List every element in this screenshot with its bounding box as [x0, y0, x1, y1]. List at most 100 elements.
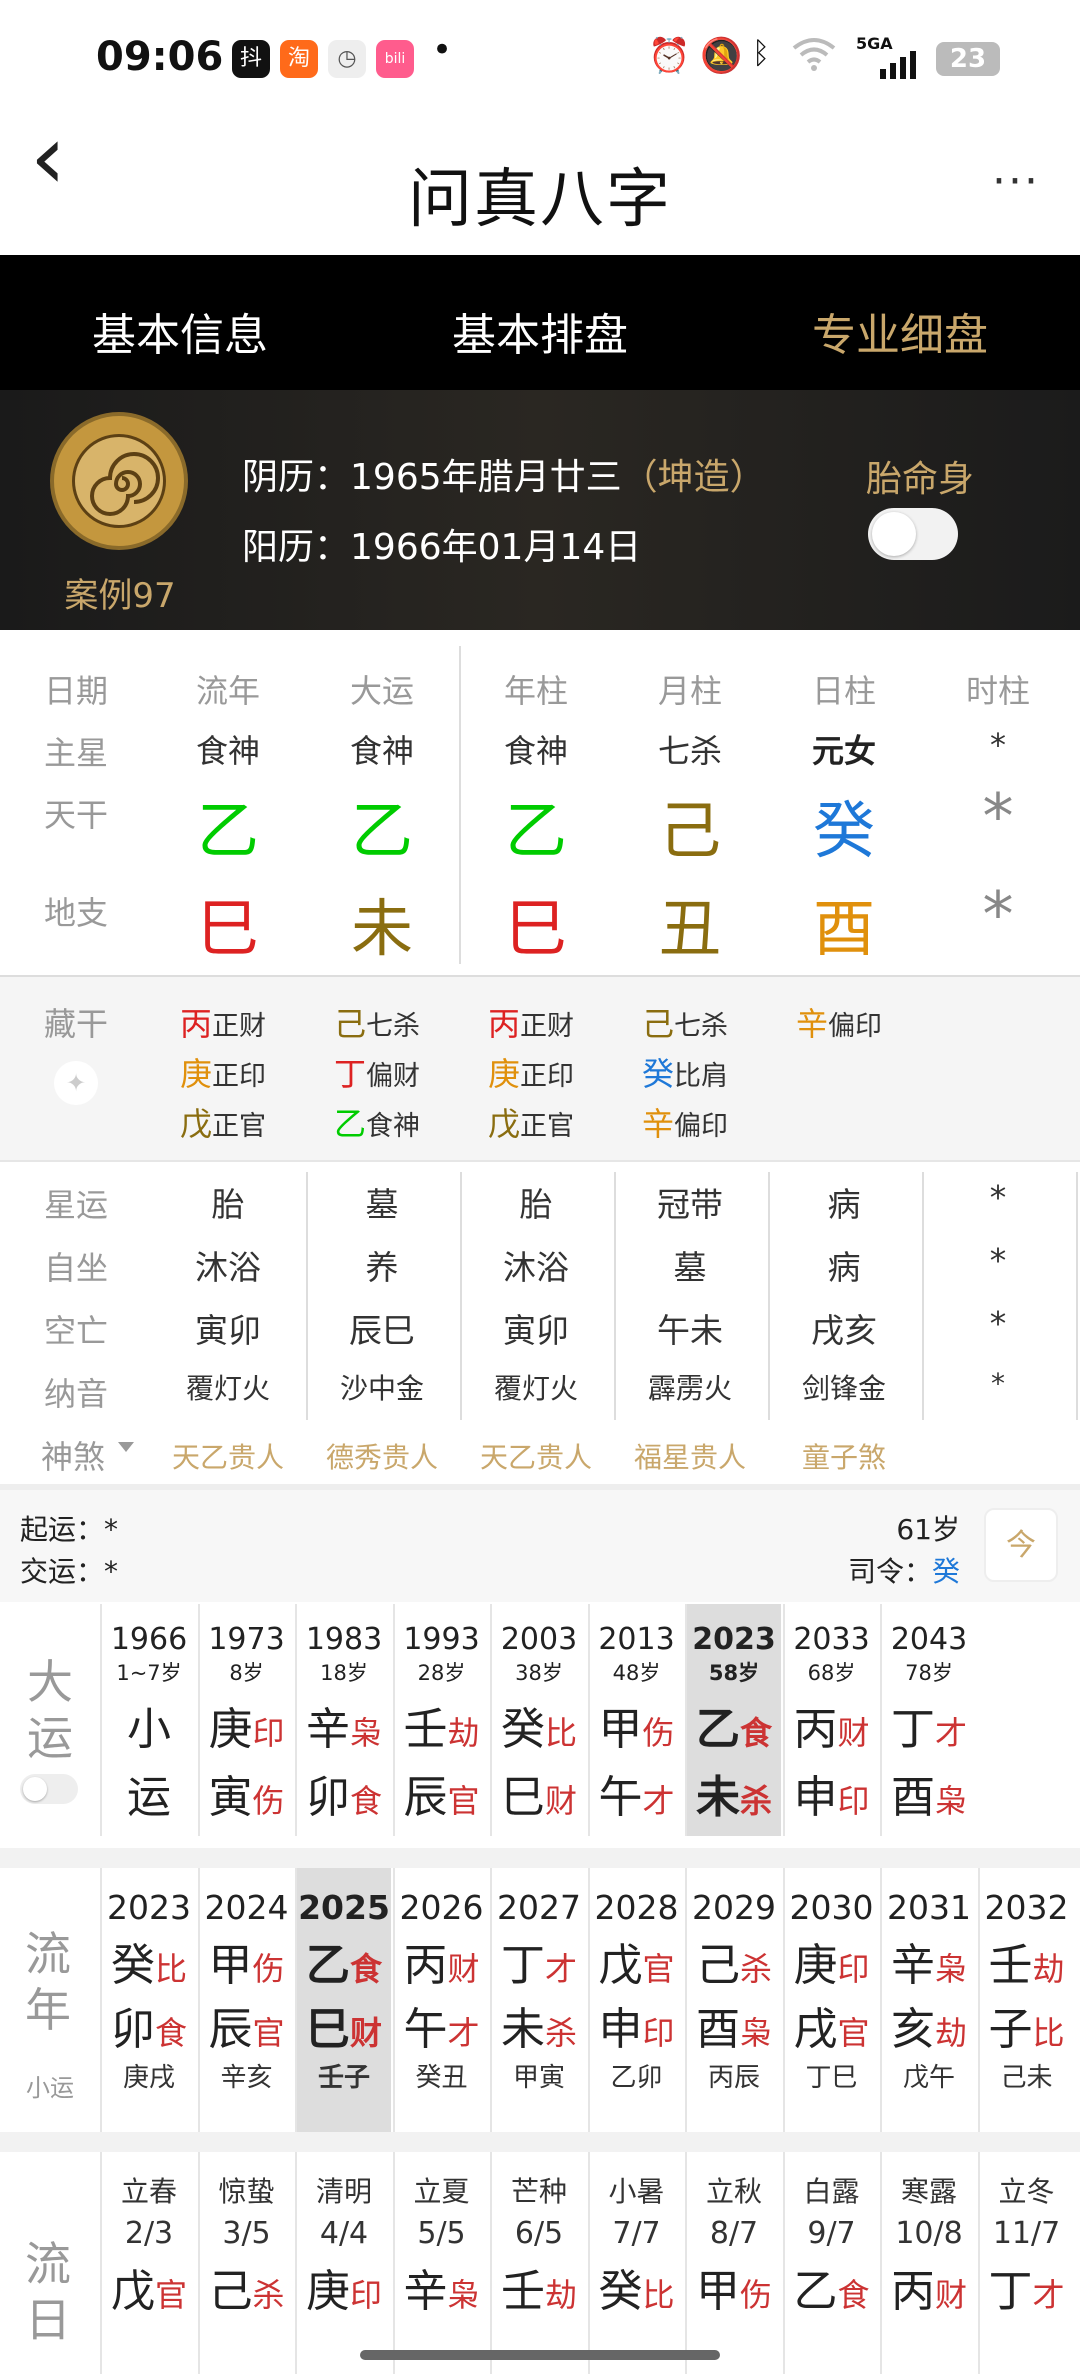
- canggan-item[interactable]: 乙食神: [334, 1099, 420, 1145]
- canggan-item[interactable]: 癸比肩: [642, 1049, 728, 1095]
- dayun-column[interactable]: 1983 18岁 辛枭 卯食: [295, 1604, 391, 1836]
- lunar-date: 阴历：1965年腊月廿三（坤造）: [242, 448, 766, 500]
- dayun-toggle[interactable]: [20, 1774, 78, 1804]
- liuyue-column[interactable]: 白露 9/7 乙食: [782, 2152, 879, 2374]
- dayun-year: 2013: [598, 1622, 675, 1657]
- home-indicator[interactable]: [360, 2350, 720, 2360]
- liuyue-column[interactable]: 芒种 6/5 壬劫: [490, 2152, 586, 2374]
- liunian-column[interactable]: 2032 壬劫 子比 己未: [977, 1868, 1074, 2132]
- liuyue-column[interactable]: 立秋 8/7 甲伤: [685, 2152, 781, 2374]
- liuyue-stem-god: 官: [154, 2276, 187, 2314]
- dayun-branch: 巳: [500, 1772, 545, 1823]
- tab-pro-chart[interactable]: 专业细盘: [770, 299, 1030, 363]
- canggan-item[interactable]: 戊正官: [180, 1099, 266, 1145]
- shensha-label[interactable]: 神煞: [38, 1432, 108, 1478]
- today-calendar-icon[interactable]: 今: [984, 1508, 1058, 1582]
- tiangan-char[interactable]: *: [938, 780, 1058, 853]
- liunian-column[interactable]: 2029 己杀 酉枭 丙辰: [685, 1868, 781, 2132]
- canggan-item[interactable]: 庚正印: [180, 1049, 266, 1095]
- more-icon[interactable]: ···: [992, 156, 1040, 207]
- liunian-column[interactable]: 2027 丁才 未杀 甲寅: [490, 1868, 586, 2132]
- tms-toggle[interactable]: [868, 508, 958, 560]
- liunian-column[interactable]: 2026 丙财 午才 癸丑: [392, 1868, 489, 2132]
- title-bar: ‹ 问真八字 ···: [0, 113, 1080, 255]
- tab-basic-chart[interactable]: 基本排盘: [410, 299, 670, 363]
- shensha-item[interactable]: 德秀贵人: [312, 1436, 452, 1476]
- xiaoyun-pillar: 乙卯: [610, 2063, 663, 2093]
- liuyue-column[interactable]: 清明 4/4 庚印: [295, 2152, 391, 2374]
- solar-term: 清明: [315, 2175, 372, 2208]
- liunian-stem-god: 印: [837, 1950, 870, 1988]
- dayun-column[interactable]: 1993 28岁 壬劫 辰官: [392, 1604, 489, 1836]
- chevron-down-icon[interactable]: [118, 1442, 134, 1452]
- dizhi-char[interactable]: 未: [322, 878, 442, 968]
- liunian-column[interactable]: 2025 乙食 巳财 壬子: [295, 1868, 391, 2132]
- canggan-stem: 乙: [334, 1105, 367, 1143]
- tiangan-char[interactable]: 乙: [168, 780, 288, 870]
- dayun-stem: 乙: [695, 1704, 740, 1755]
- liuyue-column[interactable]: 小暑 7/7 癸比: [587, 2152, 684, 2374]
- siling-value: 癸: [931, 1555, 960, 1588]
- liunian-column[interactable]: 2023 癸比 卯食 庚戌: [100, 1868, 196, 2132]
- liuyue-stem-row: 甲伤: [687, 2255, 781, 2319]
- dayun-column[interactable]: 1966 1~7岁小运: [100, 1604, 196, 1836]
- dizhi-char[interactable]: 巳: [168, 878, 288, 968]
- liunian-branch: 未: [500, 2004, 545, 2055]
- dayun-column[interactable]: 2023 58岁 乙食 未杀: [685, 1604, 781, 1836]
- shensha-item[interactable]: 童子煞: [774, 1436, 914, 1476]
- liuyue-column[interactable]: 立冬 11/7 丁才: [977, 2152, 1074, 2374]
- canggan-item[interactable]: 丙正财: [180, 999, 266, 1045]
- canggan-item[interactable]: 己七杀: [334, 999, 420, 1045]
- canggan-item[interactable]: 丁偏财: [334, 1049, 420, 1095]
- liuyue-column[interactable]: 惊蛰 3/5 己杀: [197, 2152, 294, 2374]
- dayun-year: 1983: [305, 1622, 383, 1657]
- tiangan-char[interactable]: 乙: [322, 780, 442, 870]
- liunian-year: 2024: [204, 1888, 289, 1927]
- liunian-branch-row: 戌官: [785, 1993, 879, 2057]
- shensha-item[interactable]: 福星贵人: [620, 1436, 760, 1476]
- liuyue-stem: 癸: [598, 2266, 643, 2317]
- dayun-stem-row: 辛枭: [297, 1693, 391, 1757]
- divider: [0, 1848, 1080, 1868]
- solar-value: 1966年01月14日: [350, 527, 642, 568]
- canggan-item[interactable]: 己七杀: [642, 999, 728, 1045]
- dayun-column[interactable]: 2013 48岁 甲伤 午才: [587, 1604, 684, 1836]
- liuyue-column[interactable]: 寒露 10/8 丙财: [880, 2152, 976, 2374]
- pin-icon[interactable]: ✦: [54, 1061, 98, 1105]
- canggan-item[interactable]: 辛偏印: [642, 1099, 728, 1145]
- tab-basic-info[interactable]: 基本信息: [50, 299, 310, 363]
- dizhi-char[interactable]: *: [938, 878, 1058, 951]
- canggan-label: 藏干: [43, 1005, 108, 1043]
- canggan-stem: 戊: [488, 1105, 521, 1143]
- dayun-column[interactable]: 2033 68岁 丙财 申印: [782, 1604, 879, 1836]
- liunian-stem-god: 枭: [934, 1950, 967, 1988]
- tiangan-char[interactable]: 乙: [476, 780, 596, 870]
- liunian-column[interactable]: 2028 戊官 申印 乙卯: [587, 1868, 684, 2132]
- liuyue-column[interactable]: 立夏 5/5 辛枭: [392, 2152, 489, 2374]
- dayun-column[interactable]: 1973 8岁 庚印 寅伤: [197, 1604, 294, 1836]
- canggan-item[interactable]: 庚正印: [488, 1049, 574, 1095]
- canggan-item[interactable]: 丙正财: [488, 999, 574, 1045]
- dayun-stem-row: 壬劫: [395, 1693, 489, 1757]
- liuyue-stem: 戊: [110, 2266, 155, 2317]
- avatar[interactable]: [50, 412, 188, 550]
- dayun-column[interactable]: 2043 78岁 丁才 酉枭: [880, 1604, 976, 1836]
- canggan-stem: 己: [642, 1005, 675, 1043]
- dizhi-char[interactable]: 酉: [784, 878, 904, 968]
- shensha-item[interactable]: 天乙贵人: [466, 1436, 606, 1476]
- qiyun-label: 起运：: [20, 1513, 105, 1546]
- dayun-column[interactable]: 2003 38岁 癸比 巳财: [490, 1604, 586, 1836]
- liunian-stem: 辛: [890, 1940, 935, 1991]
- shensha-item[interactable]: 天乙贵人: [158, 1436, 298, 1476]
- tiangan-char[interactable]: 癸: [784, 780, 904, 870]
- liunian-column[interactable]: 2024 甲伤 辰官 辛亥: [197, 1868, 294, 2132]
- liunian-column[interactable]: 2030 庚印 戌官 丁巳: [782, 1868, 879, 2132]
- liuyue-column[interactable]: 立春 2/3 戊官: [100, 2152, 196, 2374]
- canggan-item[interactable]: 戊正官: [488, 1099, 574, 1145]
- canggan-item[interactable]: 辛偏印: [796, 999, 882, 1045]
- dizhi-char[interactable]: 巳: [476, 878, 596, 968]
- dizhi-char[interactable]: 丑: [630, 878, 750, 968]
- liunian-column[interactable]: 2031 辛枭 亥劫 戊午: [880, 1868, 976, 2132]
- wifi-icon: [792, 36, 836, 81]
- tiangan-char[interactable]: 己: [630, 780, 750, 870]
